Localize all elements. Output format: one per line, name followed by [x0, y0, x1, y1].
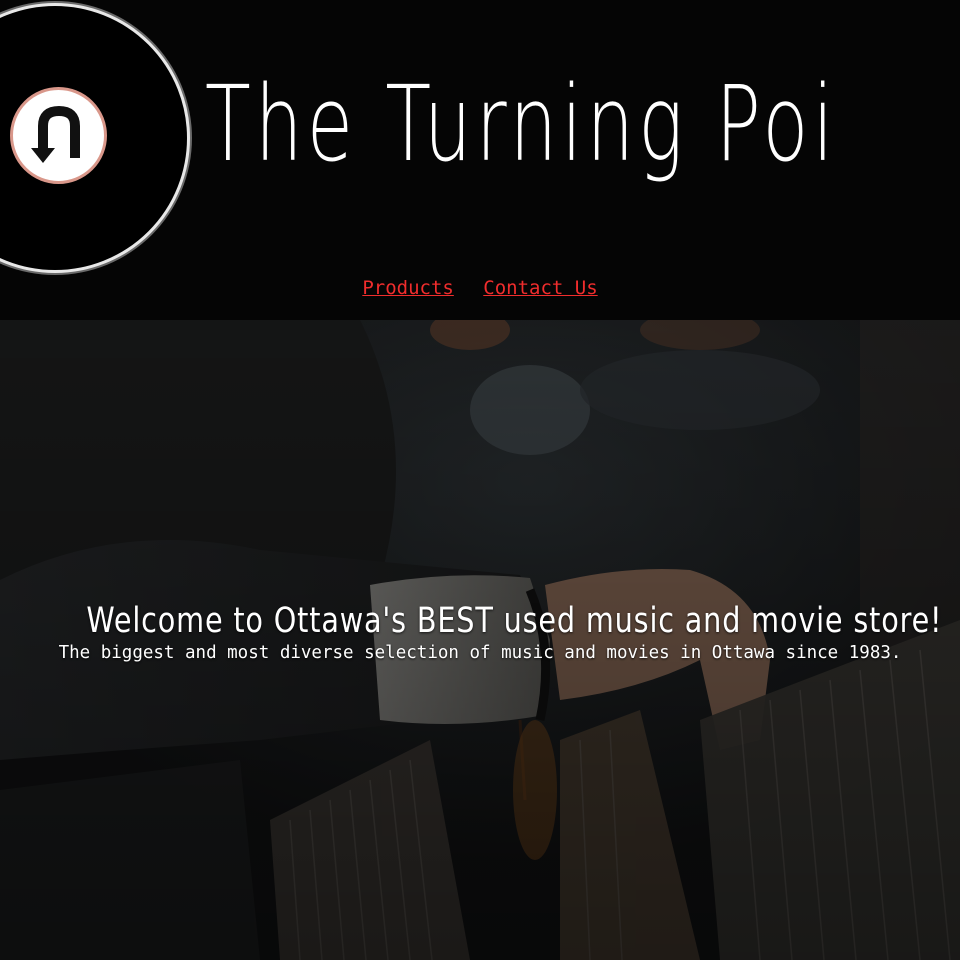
u-turn-arrow-icon[interactable]	[10, 87, 107, 184]
hero-heading: Welcome to Ottawa's BEST used music and …	[86, 601, 943, 641]
nav-link-contact-us[interactable]: Contact Us	[483, 277, 597, 299]
site-title: The Turning Poi	[205, 63, 838, 185]
nav-link-products[interactable]: Products	[362, 277, 454, 299]
main-nav: Products Contact Us	[0, 277, 960, 299]
site-header: The Turning Poi Products Contact Us	[0, 0, 960, 320]
hero-subheading: The biggest and most diverse selection o…	[58, 643, 902, 663]
